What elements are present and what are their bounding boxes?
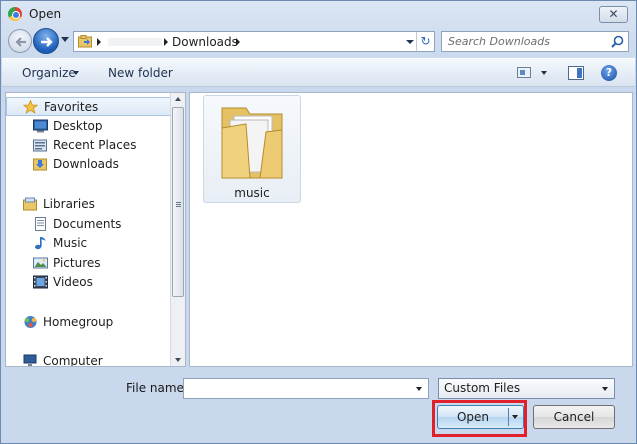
chrome-app-icon xyxy=(8,7,22,21)
forward-arrow-icon xyxy=(41,37,53,47)
libraries-icon xyxy=(23,197,37,211)
computer-icon xyxy=(23,354,37,366)
recent-locations-dropdown[interactable] xyxy=(61,37,69,42)
sidebar-item-homegroup[interactable]: Homegroup xyxy=(6,313,172,332)
command-toolbar: Organize New folder ? xyxy=(2,58,635,87)
breadcrumb-downloads[interactable]: Downloads xyxy=(172,35,238,49)
scrollbar-thumb[interactable] xyxy=(172,107,184,297)
sidebar-item-desktop[interactable]: Desktop xyxy=(6,117,172,136)
sidebar-item-recent-places[interactable]: Recent Places xyxy=(6,136,172,155)
recent-places-icon xyxy=(33,139,47,152)
chevron-down-icon[interactable] xyxy=(602,387,608,391)
folder-tile-music[interactable]: music xyxy=(203,95,301,203)
breadcrumb-chevron-icon[interactable] xyxy=(164,38,168,46)
view-options-dropdown-icon[interactable] xyxy=(541,71,547,75)
open-button[interactable]: Open xyxy=(437,405,524,429)
documents-icon xyxy=(35,217,46,231)
redacted-breadcrumb-segment[interactable] xyxy=(108,38,162,46)
chevron-down-icon[interactable] xyxy=(73,71,79,75)
folder-name: music xyxy=(234,186,270,200)
address-bar[interactable]: Downloads ↻ xyxy=(73,31,435,52)
sidebar-item-favorites[interactable]: Favorites xyxy=(6,97,172,116)
back-button[interactable] xyxy=(8,29,32,53)
navigation-bar: Downloads ↻ xyxy=(1,28,636,54)
videos-icon xyxy=(33,275,48,289)
sidebar-item-label: Libraries xyxy=(43,197,95,211)
search-icon[interactable] xyxy=(611,35,624,48)
sidebar-item-label: Recent Places xyxy=(53,138,137,152)
chevron-down-icon[interactable] xyxy=(416,387,422,391)
scroll-grip-icon xyxy=(176,202,181,207)
sidebar-item-label: Pictures xyxy=(53,256,101,270)
window-title: Open xyxy=(29,7,62,21)
preview-pane-icon[interactable] xyxy=(568,66,584,80)
sidebar-item-label: Documents xyxy=(53,217,122,231)
open-file-dialog: Open ✕ Downloads ↻ Search Downloads Orga… xyxy=(0,0,637,444)
sidebar-item-computer[interactable]: Computer xyxy=(6,352,172,367)
sidebar-item-label: Music xyxy=(53,236,88,250)
sidebar-item-libraries[interactable]: Libraries xyxy=(6,195,172,214)
pictures-icon xyxy=(33,257,48,269)
sidebar-item-label: Desktop xyxy=(53,119,103,133)
navigation-pane-scrollbar[interactable] xyxy=(170,93,185,366)
open-options-dropdown-icon[interactable] xyxy=(512,415,518,419)
sidebar-item-label: Videos xyxy=(53,275,93,289)
breadcrumb-chevron-icon[interactable] xyxy=(236,38,240,46)
sidebar-item-documents[interactable]: Documents xyxy=(6,215,172,234)
desktop-icon xyxy=(33,119,48,133)
file-type-value: Custom Files xyxy=(444,381,521,395)
sidebar-item-label: Computer xyxy=(43,354,103,367)
scroll-up-icon[interactable] xyxy=(175,97,181,101)
close-button[interactable]: ✕ xyxy=(599,6,628,23)
homegroup-icon xyxy=(24,316,37,328)
search-input[interactable] xyxy=(448,34,608,49)
cancel-button[interactable]: Cancel xyxy=(533,405,615,429)
star-icon xyxy=(23,100,38,114)
folder-location-icon xyxy=(78,35,92,48)
sidebar-item-music[interactable]: Music xyxy=(6,234,172,253)
file-name-combobox[interactable] xyxy=(183,378,429,399)
organize-menu-button[interactable]: Organize xyxy=(22,66,76,80)
address-dropdown-icon[interactable] xyxy=(406,40,414,44)
music-note-icon xyxy=(35,237,46,250)
folder-icon xyxy=(221,107,283,179)
help-icon[interactable]: ? xyxy=(601,65,617,81)
search-box[interactable] xyxy=(441,31,629,52)
sidebar-item-label: Homegroup xyxy=(43,315,114,329)
sidebar-item-pictures[interactable]: Pictures xyxy=(6,254,172,273)
new-folder-button[interactable]: New folder xyxy=(108,66,173,80)
file-name-label: File name: xyxy=(126,381,188,395)
title-bar[interactable]: Open ✕ xyxy=(1,1,636,27)
sidebar-item-videos[interactable]: Videos xyxy=(6,273,172,292)
file-type-select[interactable]: Custom Files xyxy=(438,378,615,399)
downloads-folder-icon xyxy=(33,158,47,171)
sidebar-item-label: Downloads xyxy=(53,157,119,171)
sidebar-item-label: Favorites xyxy=(44,100,99,114)
split-divider xyxy=(508,408,509,426)
sidebar-item-downloads[interactable]: Downloads xyxy=(6,155,172,174)
change-view-icon[interactable] xyxy=(517,67,531,78)
scroll-down-icon[interactable] xyxy=(175,358,181,362)
file-list-pane[interactable]: music xyxy=(189,92,633,367)
back-arrow-icon xyxy=(15,37,26,47)
file-name-field[interactable] xyxy=(188,381,408,396)
forward-button[interactable] xyxy=(33,28,59,54)
breadcrumb-chevron-icon[interactable] xyxy=(97,38,101,46)
refresh-icon[interactable]: ↻ xyxy=(416,32,434,51)
navigation-pane: Favorites Desktop Recent Places Download… xyxy=(5,92,186,367)
open-button-label[interactable]: Open xyxy=(438,406,508,428)
